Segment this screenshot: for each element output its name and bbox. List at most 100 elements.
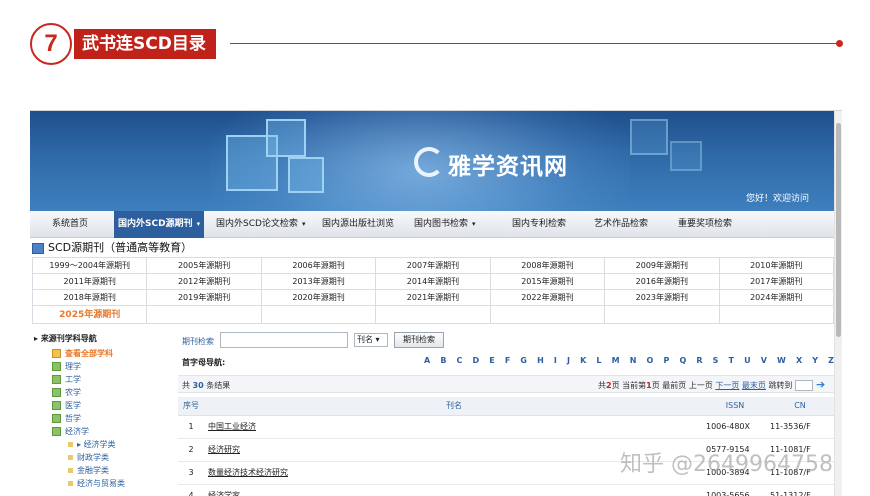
row-seq: 1 — [178, 415, 204, 439]
banner-cube-graphic — [266, 119, 306, 157]
alphabet-letter-link[interactable]: T — [729, 356, 734, 365]
year-link[interactable]: 2012年源期刊 — [146, 273, 262, 290]
sidebar-subitem-economics-class[interactable]: ▸ 经济学类 — [32, 438, 172, 451]
sidebar-subitem-banking-class[interactable]: 金融学类 — [32, 464, 172, 477]
alphabet-letter-link[interactable]: E — [489, 356, 494, 365]
sidebar-item-philosophy[interactable]: 哲学 — [32, 412, 172, 425]
year-link[interactable]: 2021年源期刊 — [375, 289, 491, 306]
alphabet-letter-link[interactable]: Y — [812, 356, 818, 365]
year-link[interactable]: 2007年源期刊 — [375, 257, 491, 274]
year-link-current[interactable]: 2025年源期刊 — [31, 305, 148, 324]
nav-item-scd-paper-search[interactable]: 国内外SCD论文检索 ▾ — [216, 211, 305, 238]
sidebar-item-science[interactable]: 理学 — [32, 360, 172, 373]
nav-item-award-search[interactable]: 重要奖项检索 — [678, 211, 732, 238]
year-link[interactable]: 2020年源期刊 — [260, 289, 377, 306]
year-link[interactable]: 2017年源期刊 — [718, 273, 835, 290]
last-page-link[interactable]: 最末页 — [742, 381, 766, 390]
nav-item-book-search[interactable]: 国内图书检索 ▾ — [414, 211, 476, 238]
book-icon — [52, 414, 61, 423]
alphabet-letter-link[interactable]: M — [612, 356, 620, 365]
site-name: 雅学资讯网 — [448, 154, 568, 180]
alphabet-letter-link[interactable]: J — [567, 356, 570, 365]
alphabet-nav: 首字母导航: ABCDEFGHIJKLMNOPQRSTUVWXYZ — [178, 353, 834, 371]
alphabet-letter-link[interactable]: N — [630, 356, 637, 365]
journal-name-link[interactable]: 经济学家 — [204, 484, 704, 496]
go-arrow-icon[interactable]: ➔ — [816, 378, 825, 391]
sidebar-item-medicine[interactable]: 医学 — [32, 399, 172, 412]
alphabet-letter-link[interactable]: K — [580, 356, 586, 365]
sidebar-item-agriculture[interactable]: 农学 — [32, 386, 172, 399]
year-link[interactable]: 2019年源期刊 — [146, 289, 262, 306]
chevron-down-icon: ▾ — [301, 220, 306, 228]
year-link[interactable]: 2010年源期刊 — [718, 257, 835, 274]
alphabet-letter-link[interactable]: C — [457, 356, 463, 365]
page-jump-input[interactable] — [794, 380, 813, 391]
chevron-down-icon: ▾ — [196, 220, 201, 228]
row-seq: 3 — [178, 461, 204, 485]
row-issn: 1006-480X — [704, 415, 766, 439]
alphabet-letter-link[interactable]: B — [440, 356, 446, 365]
alphabet-letter-link[interactable]: H — [537, 356, 544, 365]
book-icon — [52, 388, 61, 397]
alphabet-letter-link[interactable]: W — [777, 356, 786, 365]
year-link[interactable]: 2005年源期刊 — [146, 257, 262, 274]
year-link[interactable]: 2015年源期刊 — [489, 273, 606, 290]
alphabet-letter-link[interactable]: F — [505, 356, 510, 365]
alphabet-letter-link[interactable]: V — [761, 356, 767, 365]
year-link[interactable]: 1999～2004年源期刊 — [31, 257, 148, 274]
scrollbar-thumb[interactable] — [836, 123, 841, 337]
year-link[interactable]: 2018年源期刊 — [31, 289, 148, 306]
nav-item-publisher-browse[interactable]: 国内源出版社浏览 — [322, 211, 394, 238]
alphabet-letter-link[interactable]: P — [663, 356, 669, 365]
sidebar-subitem-trade-class[interactable]: 经济与贸易类 — [32, 477, 172, 490]
nav-item-patent-search[interactable]: 国内专利检索 — [512, 211, 566, 238]
slide-number: 7 — [30, 23, 72, 65]
nav-item-art-search[interactable]: 艺术作品检索 — [594, 211, 648, 238]
year-link[interactable]: 2024年源期刊 — [718, 289, 835, 306]
alphabet-letter-link[interactable]: R — [696, 356, 702, 365]
alphabet-letter-link[interactable]: I — [554, 356, 557, 365]
banner-cube-graphic — [670, 141, 702, 171]
journal-name-link[interactable]: 中国工业经济 — [204, 415, 704, 439]
alphabet-letter-link[interactable]: S — [713, 356, 719, 365]
chevron-down-icon: ▾ — [472, 220, 476, 228]
year-link[interactable]: 2009年源期刊 — [604, 257, 720, 274]
alphabet-letter-link[interactable]: Q — [679, 356, 686, 365]
alphabet-letter-link[interactable]: X — [796, 356, 802, 365]
nav-item-home[interactable]: 系统首页 — [52, 211, 88, 238]
next-page-link[interactable]: 下一页 — [715, 381, 739, 390]
book-icon — [52, 375, 61, 384]
sidebar-item-all[interactable]: 查看全部学科 — [32, 347, 172, 360]
alphabet-letter-link[interactable]: A — [424, 356, 430, 365]
journal-search-input[interactable] — [220, 332, 348, 348]
sidebar-subitem-finance-class[interactable]: 财政学类 — [32, 451, 172, 464]
alphabet-letter-link[interactable]: G — [520, 356, 527, 365]
row-seq: 4 — [178, 484, 204, 496]
alphabet-letter-link[interactable]: L — [596, 356, 601, 365]
subject-sidebar: ▸ 来源刊学科导航 查看全部学科 理学 工学 农学 医学 哲学 经济学 ▸ 经济… — [32, 331, 172, 496]
year-link[interactable]: 2016年源期刊 — [604, 273, 720, 290]
year-cell-empty — [146, 305, 262, 324]
alphabet-letter-link[interactable]: O — [647, 356, 654, 365]
results-info-bar: 共 30 条结果 共2页 当前第1页 最前页 上一页 下一页 最末页 跳转到 ➔ — [178, 375, 834, 393]
year-link[interactable]: 2013年源期刊 — [260, 273, 377, 290]
sidebar-item-engineering[interactable]: 工学 — [32, 373, 172, 386]
year-link[interactable]: 2022年源期刊 — [489, 289, 606, 306]
year-link[interactable]: 2011年源期刊 — [31, 273, 148, 290]
book-icon — [52, 427, 61, 436]
year-link[interactable]: 2014年源期刊 — [375, 273, 491, 290]
year-link[interactable]: 2008年源期刊 — [489, 257, 606, 274]
chevron-down-icon: ▾ — [375, 335, 380, 344]
journal-search-button[interactable]: 期刊检索 — [394, 332, 444, 348]
vertical-scrollbar[interactable] — [834, 111, 842, 496]
welcome-text: 您好！欢迎访问 — [746, 194, 810, 204]
year-link[interactable]: 2006年源期刊 — [260, 257, 377, 274]
nav-item-scd-journals[interactable]: 国内外SCD源期刊 ▾ — [114, 211, 205, 238]
col-header-issn: ISSN — [704, 397, 766, 416]
alphabet-letter-link[interactable]: D — [473, 356, 480, 365]
alphabet-letter-link[interactable]: U — [744, 356, 751, 365]
sidebar-item-economics[interactable]: 经济学 — [32, 425, 172, 438]
year-cell-empty — [718, 305, 835, 324]
search-field-select[interactable]: 刊名 ▾ — [354, 333, 388, 347]
year-link[interactable]: 2023年源期刊 — [604, 289, 720, 306]
